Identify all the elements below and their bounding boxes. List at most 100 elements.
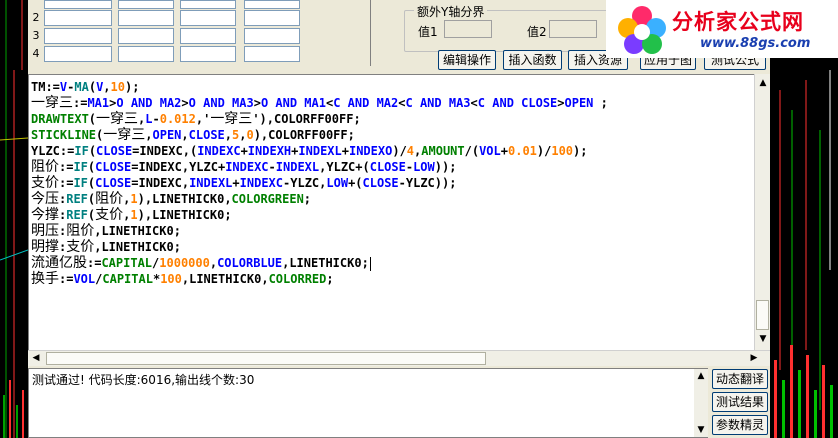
code-token: 1 (130, 192, 138, 206)
param-cell[interactable] (118, 10, 174, 26)
editor-horizontal-scrollbar[interactable]: ◀ ▶ (28, 350, 770, 366)
value2-input[interactable] (549, 20, 597, 38)
code-line[interactable]: 换手:=VOL/CAPITAL*100,LINETHICK0,COLORRED; (31, 271, 334, 287)
code-token: O (188, 96, 196, 110)
code-token: MA3 (232, 96, 254, 110)
panel-divider (370, 0, 371, 66)
param-cell[interactable] (118, 46, 174, 62)
param-cell[interactable] (44, 0, 112, 9)
code-token: AND (412, 96, 449, 110)
code-line[interactable]: TM:=V-MA(V,10); (31, 79, 139, 95)
chart-right-strip (770, 70, 838, 438)
test-status-message: 测试通过! 代码长度:6016,输出线个数:30 (32, 373, 255, 387)
value2-label: 值2 (527, 25, 547, 39)
code-token: 一穿三 (31, 95, 73, 111)
code-token: ; (326, 272, 334, 286)
code-token: MA1 (87, 96, 110, 110)
editor-vertical-scrollbar[interactable]: ▲ ▼ (754, 74, 770, 350)
param-cell[interactable] (118, 0, 174, 9)
code-line[interactable]: 今压:REF(阻价,1),LINETHICK0,COLORGREEN; (31, 191, 311, 207)
scroll-up-arrow-icon[interactable]: ▲ (695, 369, 707, 383)
code-token: +( (348, 176, 363, 190)
scroll-left-arrow-icon[interactable]: ◀ (30, 351, 42, 365)
test-result-button[interactable]: 测试结果 (712, 392, 768, 412)
scroll-down-arrow-icon[interactable]: ▼ (757, 332, 769, 346)
code-token: AMOUNT (421, 144, 465, 158)
scroll-up-arrow-icon[interactable]: ▲ (757, 76, 769, 90)
code-token: CLOSE (369, 160, 406, 174)
code-token: 支价 (31, 175, 59, 191)
code-token: , (145, 128, 153, 142)
param-wizard-button[interactable]: 参数精灵 (712, 415, 768, 435)
code-token: := (73, 96, 88, 110)
edit-operation-button[interactable]: 编辑操作 (438, 50, 496, 70)
code-token: MA1 (304, 96, 326, 110)
code-token: INDEXC (239, 176, 284, 190)
param-cell[interactable] (244, 28, 300, 44)
param-cell[interactable] (180, 46, 236, 62)
code-line[interactable]: 流通亿股:=CAPITAL/1000000,COLORBLUE,LINETHIC… (31, 255, 371, 271)
insert-function-button[interactable]: 插入函数 (503, 50, 562, 70)
param-cell[interactable] (44, 46, 112, 62)
param-cell[interactable] (244, 46, 300, 62)
code-line[interactable]: YLZC:=IF(CLOSE=INDEXC,(INDEXC+INDEXH+IND… (31, 143, 588, 159)
site-logo: 分析家公式网 www.88gs.com (606, 0, 838, 58)
code-token: ,LINETHICK0; (94, 240, 181, 254)
code-token: INDEXO (348, 144, 393, 158)
param-cell[interactable] (180, 28, 236, 44)
code-line[interactable]: 今撑:REF(支价,1),LINETHICK0; (31, 207, 232, 223)
param-cell[interactable] (244, 0, 300, 9)
code-token: CLOSE (95, 160, 132, 174)
code-token: , (209, 256, 218, 270)
code-token: DRAWTEXT (31, 112, 89, 126)
code-token: OPEN (152, 128, 182, 142)
code-line[interactable]: 阻价:=IF(CLOSE=INDEXC,YLZC+INDEXC-INDEXL,Y… (31, 159, 456, 175)
code-token: YLZC:= (31, 144, 75, 158)
code-token: := (87, 256, 102, 270)
param-cell[interactable] (244, 10, 300, 26)
output-vertical-scrollbar[interactable]: ▲ ▼ (694, 369, 708, 437)
code-token: AND (340, 96, 377, 110)
code-token: ,LINETHICK0; (94, 224, 181, 238)
code-line[interactable]: DRAWTEXT(一穿三,L-0.012,'一穿三'),COLORFF00FF; (31, 111, 361, 127)
param-cell[interactable] (44, 28, 112, 44)
scroll-right-arrow-icon[interactable]: ▶ (748, 351, 760, 365)
code-token: ); (573, 144, 588, 158)
logo-url: www.88gs.com (700, 36, 811, 51)
param-cell[interactable] (118, 28, 174, 44)
code-token: AND (123, 96, 160, 110)
code-token: IF (73, 160, 88, 174)
code-token: - (268, 160, 276, 174)
param-cell[interactable] (180, 10, 236, 26)
code-line[interactable]: 明压:阻价,LINETHICK0; (31, 223, 181, 239)
code-token: , (224, 128, 232, 142)
value1-label: 值1 (418, 25, 438, 39)
code-line[interactable]: 明撑:支价,LINETHICK0; (31, 239, 181, 255)
code-token: ,YLZC+( (319, 160, 370, 174)
horizontal-scroll-thumb[interactable] (46, 352, 486, 365)
code-line[interactable]: STICKLINE(一穿三,OPEN,CLOSE,5,0),COLORFF00F… (31, 127, 355, 143)
vertical-scroll-thumb[interactable] (756, 300, 769, 330)
param-cell[interactable] (180, 0, 236, 9)
scroll-down-arrow-icon[interactable]: ▼ (695, 423, 707, 437)
code-token: 明压 (31, 223, 59, 239)
code-token: ; (593, 96, 608, 110)
value1-input[interactable] (444, 20, 492, 38)
code-token: CLOSE (521, 96, 558, 110)
code-token: ( (88, 144, 97, 158)
param-cell[interactable] (44, 10, 112, 26)
code-token: , (103, 80, 111, 94)
dynamic-translate-button[interactable]: 动态翻译 (712, 369, 768, 389)
code-line[interactable]: 支价:=IF(CLOSE=INDEXC,INDEXL+INDEXC-YLZC,L… (31, 175, 456, 191)
extra-yaxis-title: 额外Y轴分界 (414, 3, 488, 20)
code-token: + (500, 144, 508, 158)
code-token: ),LINETHICK0; (137, 208, 232, 222)
code-token: TM:= (31, 80, 60, 94)
code-token: MA2 (159, 96, 182, 110)
code-token: MA2 (376, 96, 399, 110)
code-line[interactable]: 一穿三:=MA1>O AND MA2>O AND MA3>O AND MA1<C… (31, 95, 608, 111)
code-editor[interactable]: TM:=V-MA(V,10); 一穿三:=MA1>O AND MA2>O AND … (28, 74, 754, 350)
code-token: + (240, 144, 248, 158)
code-token: -YLZC, (283, 176, 327, 190)
code-token: 1000000 (159, 256, 210, 270)
